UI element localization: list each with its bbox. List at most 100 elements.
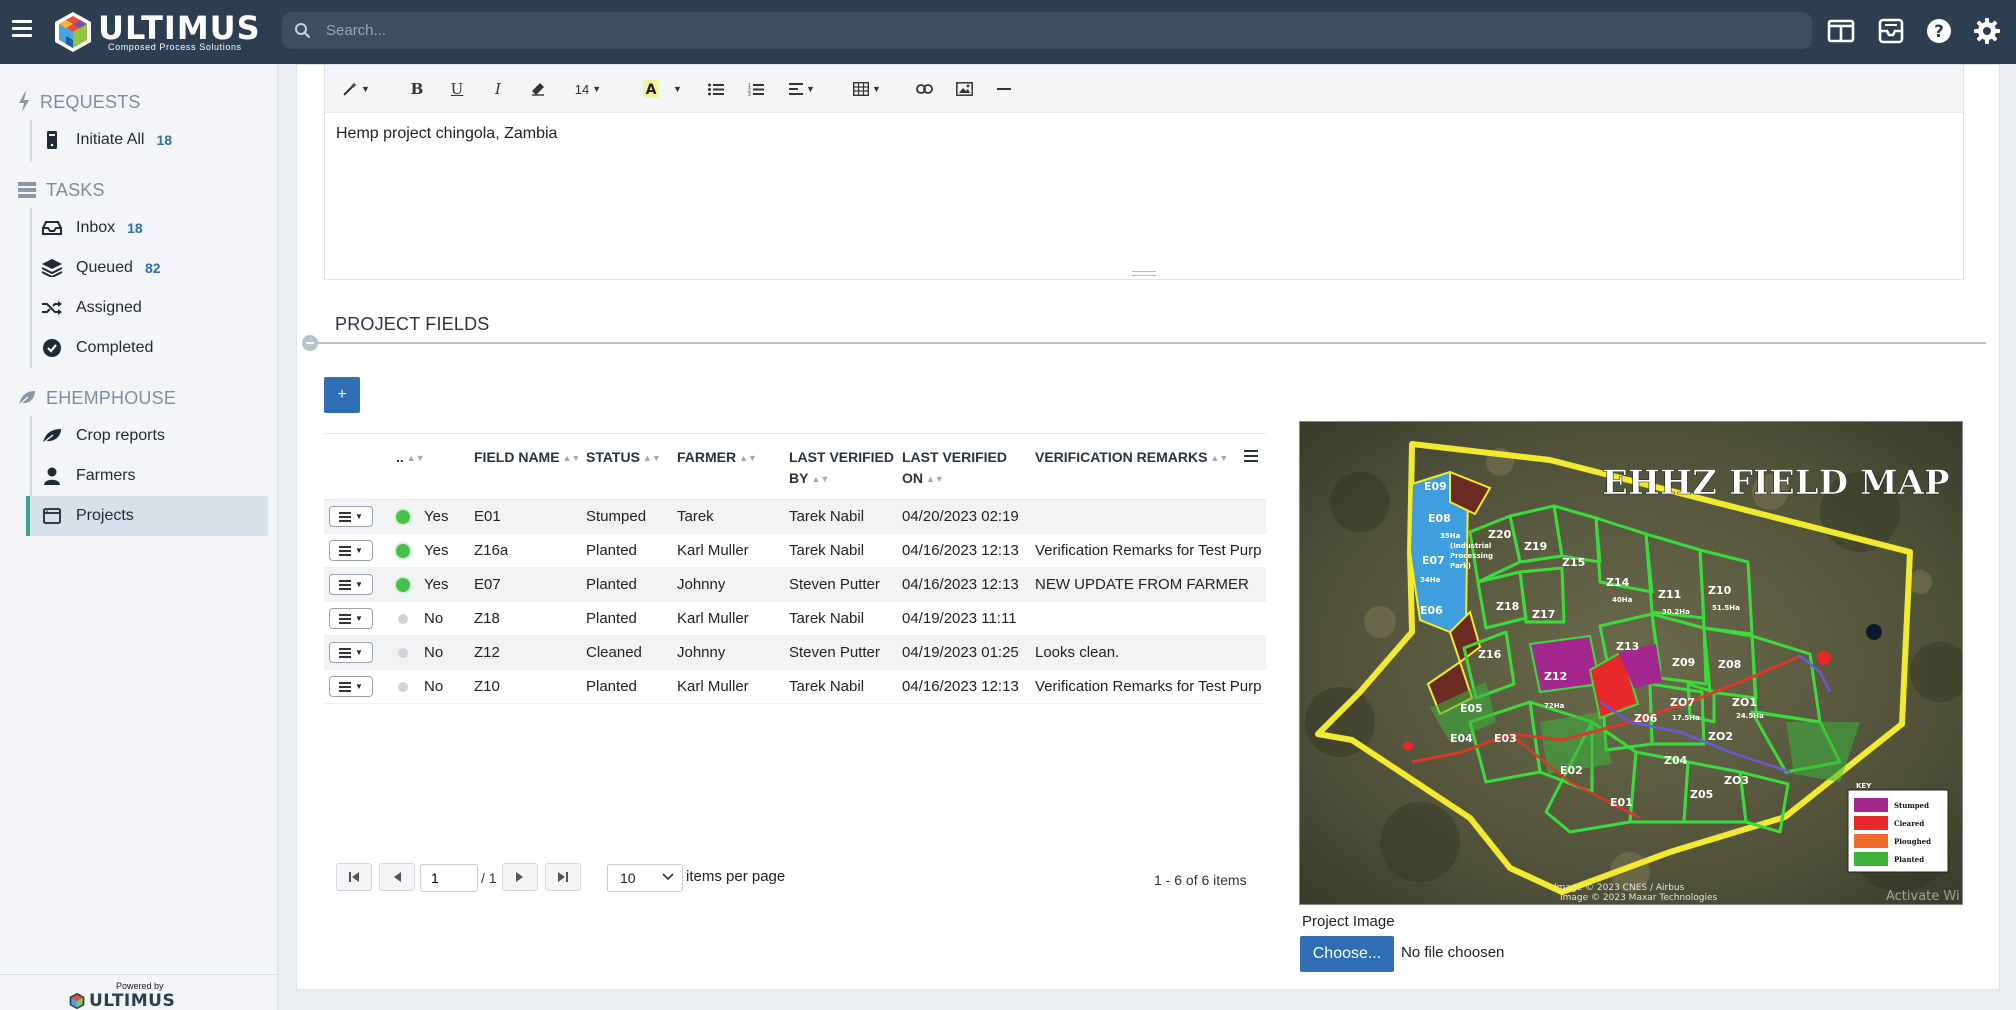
column-header-last-verified-on[interactable]: LAST VERIFIED ON ▲▼ [902,447,1012,490]
column-header-verification-remarks[interactable]: VERIFICATION REMARKS ▲▼ [1035,447,1228,469]
row-actions-button[interactable]: ▼ [329,642,373,663]
table-row[interactable]: ▼ Yes E07 Planted Johnny Steven Putter 04/16/2… [324,568,1266,602]
project-image-label: Project Image [1302,913,1395,930]
settings-gear-icon[interactable] [1972,16,2002,46]
horizontal-rule-button[interactable] [993,77,1015,101]
svg-text:Processing: Processing [1450,552,1493,560]
highlight-color-dropdown[interactable]: ▼ [669,77,683,101]
page-number-input[interactable] [420,864,478,892]
header-label: FARMER [677,449,737,465]
row-actions-button[interactable]: ▼ [329,608,373,629]
sidebar-item-inbox[interactable]: Inbox 18 [26,208,268,248]
sidebar-item-label: Queued [76,259,133,276]
sidebar-item-crop-reports[interactable]: Crop reports [26,416,268,456]
link-icon [915,84,933,94]
cell-remarks: NEW UPDATE FROM FARMER [1035,576,1249,593]
help-icon[interactable]: ? [1924,16,1954,46]
items-per-page-label: items per page [686,868,786,885]
row-actions-button[interactable]: ▼ [329,506,373,527]
table-row[interactable]: ▼ No Z10 Planted Karl Muller Tarek Nabil 04/16… [324,670,1266,704]
cell-verified-by: Tarek Nabil [789,508,865,525]
numbered-list-button[interactable]: 123 [745,77,767,101]
column-header-last-verified-by[interactable]: LAST VERIFIED BY ▲▼ [789,447,899,490]
first-page-button[interactable] [336,863,372,891]
resize-handle[interactable] [1132,271,1156,276]
hamburger-menu-icon[interactable] [12,20,32,38]
caret-down-icon: ▼ [355,580,363,589]
row-actions-button[interactable]: ▼ [329,676,373,697]
caret-down-icon: ▼ [355,512,363,521]
cell-remarks: Looks clean. [1035,644,1120,661]
svg-text:30.2Ha: 30.2Ha [1662,608,1690,616]
clear-format-button[interactable] [527,77,549,101]
underline-button[interactable]: U [447,77,467,101]
caret-down-icon: ▼ [355,648,363,657]
column-header-status[interactable]: STATUS ▲▼ [586,447,661,469]
sidebar-item-projects[interactable]: Projects [26,496,268,536]
cell-verified-on: 04/16/2023 12:13 [902,678,1019,695]
sidebar-item-queued[interactable]: Queued 82 [26,248,268,288]
next-page-button[interactable] [502,863,538,891]
svg-text:?: ? [1934,22,1944,42]
svg-text:(Industrial: (Industrial [1450,542,1491,550]
table-row[interactable]: ▼ No Z18 Planted Karl Muller Tarek Nabil 04/19… [324,602,1266,636]
link-button[interactable] [913,77,935,101]
image-button[interactable] [953,77,975,101]
magic-wand-button[interactable]: ▼ [339,77,373,101]
last-page-button[interactable] [545,863,581,891]
svg-text:51.5Ha: 51.5Ha [1712,604,1740,612]
ultimus-logo[interactable]: ULTIMUS Composed Process Solutions [52,6,261,58]
table-row[interactable]: ▼ Yes E01 Stumped Tarek Tarek Nabil 04/20/2023… [324,500,1266,534]
cell-verified-by: Tarek Nabil [789,542,865,559]
table-dropdown[interactable]: ▼ [851,77,883,101]
cell-field-name: Z18 [474,610,500,627]
table-row[interactable]: ▼ No Z12 Cleaned Johnny Steven Putter 04/19/20… [324,636,1266,670]
window-icon [43,508,61,524]
sidebar-item-completed[interactable]: Completed [26,328,268,368]
sidebar-item-label: Inbox [76,219,116,236]
table-row[interactable]: ▼ Yes Z16a Planted Karl Muller Tarek Nabil 04/… [324,534,1266,568]
bullet-list-button[interactable] [705,77,727,101]
layout-icon[interactable] [1826,16,1856,46]
font-size-dropdown[interactable]: 14 ▼ [571,77,605,101]
svg-text:40Ha: 40Ha [1612,596,1633,604]
stack-icon [18,182,36,198]
map-key-swatch [1854,816,1888,830]
row-actions-button[interactable]: ▼ [329,574,373,595]
column-header-active[interactable]: .. ▲▼ [396,447,425,469]
column-menu-icon[interactable] [1244,450,1258,462]
table-icon [853,82,870,96]
svg-text:Z13: Z13 [1616,640,1639,653]
inbox-tray-icon[interactable] [1876,16,1906,46]
editor-content[interactable]: Hemp project chingola, Zambia [336,125,557,143]
column-header-field-name[interactable]: FIELD NAME ▲▼ [474,447,580,469]
add-field-button[interactable]: + [324,377,360,413]
align-dropdown[interactable]: ▼ [787,77,817,101]
row-actions-button[interactable]: ▼ [329,540,373,561]
choose-file-button[interactable]: Choose... [1300,936,1394,972]
cell-verified-by: Tarek Nabil [789,610,865,627]
sidebar-item-farmers[interactable]: Farmers [26,456,268,496]
status-dot [398,648,408,658]
previous-page-button[interactable] [379,863,415,891]
horizontal-rule-icon [997,88,1011,90]
powered-by: Powered by ULTIMUS [0,974,278,1010]
sort-icon: ▲▼ [739,453,757,463]
bold-button[interactable]: B [407,77,427,101]
grid-body: ▼ Yes E01 Stumped Tarek Tarek Nabil 04/20/2023… [324,500,1266,704]
highlight-color-button[interactable]: A [639,77,663,101]
column-header-farmer[interactable]: FARMER ▲▼ [677,447,757,469]
collapse-icon[interactable] [302,335,318,351]
svg-text:E07: E07 [1422,554,1445,567]
logo-word: ULTIMUS [98,9,261,47]
page-size-select[interactable]: 10 [607,864,683,892]
powered-logo-word: ULTIMUS [89,991,176,1010]
align-left-icon [789,83,804,95]
sidebar-item-initiate-all[interactable]: Initiate All 18 [26,120,268,160]
italic-button[interactable]: I [488,77,508,101]
map-key-label: Cleared [1894,819,1924,828]
sidebar-item-assigned[interactable]: Assigned [26,288,268,328]
header-label: STATUS [586,449,640,465]
svg-text:Z12: Z12 [1544,670,1567,683]
search-input[interactable] [326,12,1796,49]
